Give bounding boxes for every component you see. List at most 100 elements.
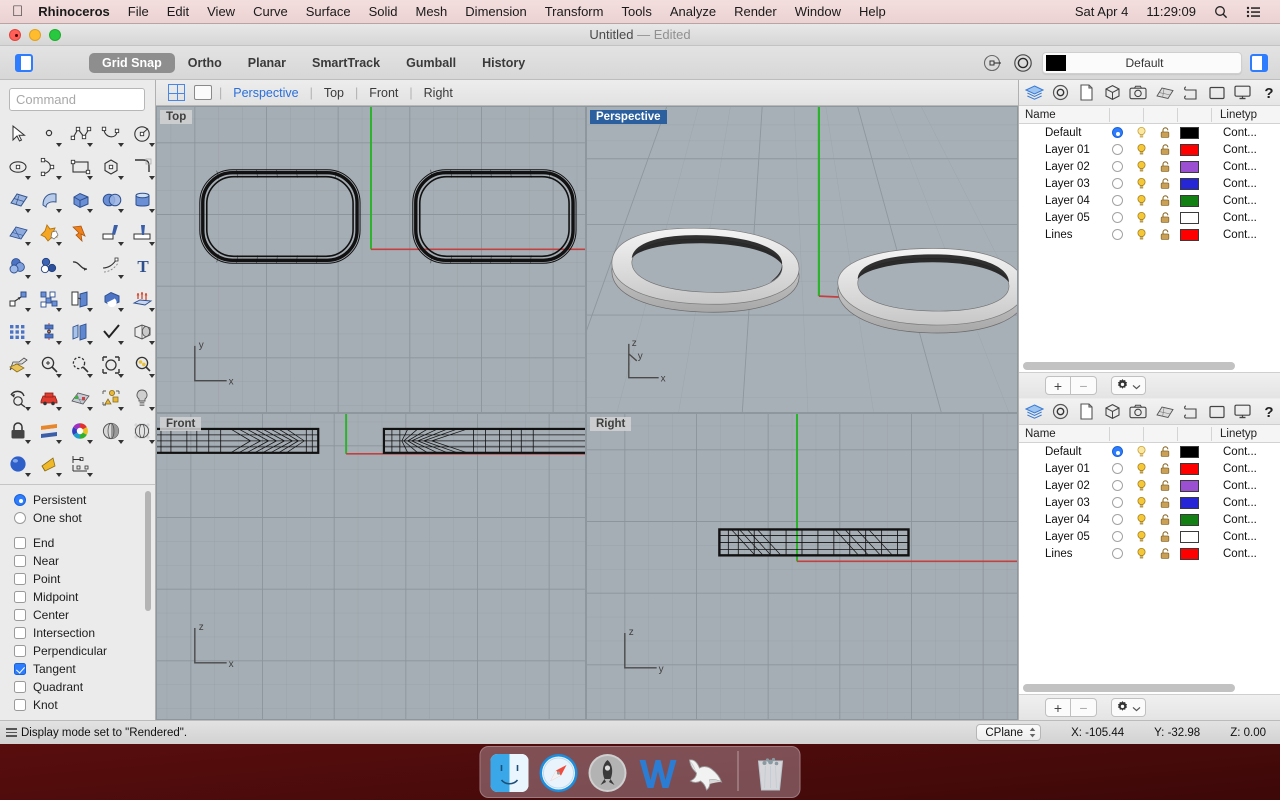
materials-icon[interactable] — [1152, 401, 1176, 423]
current-layer-radio[interactable] — [1105, 463, 1129, 474]
column-linetype-top[interactable]: Linetyp — [1211, 108, 1257, 122]
table-row[interactable]: Lines Cont... — [1019, 545, 1280, 562]
current-layer-radio[interactable] — [1105, 548, 1129, 559]
visibility-bulb-icon[interactable] — [1129, 160, 1153, 173]
menu-item-transform[interactable]: Transform — [536, 0, 613, 24]
zoom-window-tool[interactable] — [34, 348, 65, 381]
curve-tool[interactable] — [96, 117, 127, 150]
rectangle-tool[interactable] — [65, 150, 96, 183]
render-tool[interactable] — [3, 447, 34, 480]
gradient-tool[interactable] — [34, 414, 65, 447]
camera-icon[interactable] — [1126, 401, 1150, 423]
lock-icon[interactable] — [1153, 126, 1177, 139]
checkbox-tangent[interactable] — [14, 663, 26, 675]
polygon-tool[interactable] — [96, 150, 127, 183]
osnap-knot[interactable]: Knot — [14, 696, 156, 714]
mode-smarttrack[interactable]: SmartTrack — [299, 53, 393, 73]
visibility-bulb-icon[interactable] — [1129, 547, 1153, 560]
current-layer-radio[interactable] — [1105, 144, 1129, 155]
zoom-selected-tool[interactable] — [65, 348, 96, 381]
current-layer-radio[interactable] — [1105, 480, 1129, 491]
table-row[interactable]: Layer 03 Cont... — [1019, 494, 1280, 511]
boolean-union-tool[interactable] — [34, 216, 65, 249]
osnap-midpoint[interactable]: Midpoint — [14, 588, 156, 606]
current-layer-radio[interactable] — [1105, 161, 1129, 172]
mirror-tool[interactable] — [65, 282, 96, 315]
layer-color-swatch[interactable] — [1177, 127, 1201, 139]
finder-icon[interactable] — [488, 750, 532, 794]
sweep-surface-tool[interactable] — [34, 183, 65, 216]
fillet-curve-tool[interactable] — [127, 150, 156, 183]
offset-curve-tool[interactable] — [96, 249, 127, 282]
lock-icon[interactable] — [1153, 479, 1177, 492]
checkbox-quadrant[interactable] — [14, 681, 26, 693]
osnap-point[interactable]: Point — [14, 570, 156, 588]
camera-icon[interactable] — [1126, 82, 1150, 104]
current-layer-radio[interactable] — [1105, 531, 1129, 542]
explode-tool[interactable] — [65, 216, 96, 249]
table-row[interactable]: Default Cont... — [1019, 124, 1280, 141]
group-tool[interactable] — [96, 381, 127, 414]
osnap-quadrant[interactable]: Quadrant — [14, 678, 156, 696]
current-layer-radio[interactable] — [1105, 497, 1129, 508]
move-tool[interactable] — [3, 282, 34, 315]
array-polar-tool[interactable] — [34, 315, 65, 348]
right-panel-toggle-icon[interactable] — [1250, 54, 1268, 72]
table-row[interactable]: Lines Cont... — [1019, 226, 1280, 243]
visibility-bulb-icon[interactable] — [1129, 228, 1153, 241]
layer-color-swatch[interactable] — [1177, 144, 1201, 156]
cplane-selector[interactable]: CPlane — [976, 724, 1041, 741]
lock-icon[interactable] — [1153, 177, 1177, 190]
table-row[interactable]: Layer 04 Cont... — [1019, 511, 1280, 528]
properties-icon[interactable] — [1074, 82, 1098, 104]
help-icon[interactable]: ? — [1257, 82, 1280, 104]
osnap-near[interactable]: Near — [14, 552, 156, 570]
osnap-intersection[interactable]: Intersection — [14, 624, 156, 642]
menu-item-tools[interactable]: Tools — [612, 0, 660, 24]
mode-planar[interactable]: Planar — [235, 53, 299, 73]
record-history-icon[interactable] — [1012, 52, 1034, 74]
sphere-boolean-tool[interactable] — [96, 183, 127, 216]
layer-color-swatch[interactable] — [1177, 446, 1201, 458]
viewport-top[interactable]: y x Top — [156, 106, 586, 413]
table-row[interactable]: Layer 05 Cont... — [1019, 209, 1280, 226]
table-row[interactable]: Layer 01 Cont... — [1019, 141, 1280, 158]
tab-top[interactable]: Top — [320, 86, 348, 100]
osnap-toggle-icon[interactable] — [982, 52, 1004, 74]
visibility-bulb-icon[interactable] — [1129, 479, 1153, 492]
visibility-bulb-icon[interactable] — [1129, 496, 1153, 509]
dimension-tool[interactable] — [65, 447, 96, 480]
box-tool[interactable] — [65, 183, 96, 216]
visibility-bulb-icon[interactable] — [1129, 194, 1153, 207]
checkbox-knot[interactable] — [14, 699, 26, 711]
rectangle-icon[interactable] — [1205, 401, 1229, 423]
lock-icon[interactable] — [1153, 530, 1177, 543]
lock-icon[interactable] — [1153, 462, 1177, 475]
viewport-label-top[interactable]: Top — [160, 110, 192, 124]
layer-options-button[interactable] — [1111, 698, 1146, 717]
named-views-icon[interactable] — [1048, 401, 1072, 423]
table-row[interactable]: Default Cont... — [1019, 443, 1280, 460]
launchpad-icon[interactable] — [586, 750, 630, 794]
select-arrow-tool[interactable] — [3, 117, 34, 150]
monitor-icon[interactable] — [1231, 401, 1255, 423]
extrude-tool[interactable] — [127, 282, 156, 315]
left-panel-toggle-icon[interactable] — [15, 54, 33, 72]
osnap-perpendicular[interactable]: Perpendicular — [14, 642, 156, 660]
mode-gumball[interactable]: Gumball — [393, 53, 469, 73]
ghosted-tool[interactable] — [127, 414, 156, 447]
current-layer-radio[interactable] — [1105, 127, 1129, 138]
zoom-dynamic-tool[interactable] — [127, 348, 156, 381]
remove-layer-button[interactable]: − — [1071, 698, 1097, 717]
tab-perspective[interactable]: Perspective — [229, 86, 302, 100]
materials-icon[interactable] — [1152, 82, 1176, 104]
osnap-mode-one-shot[interactable]: One shot — [14, 509, 156, 527]
table-row[interactable]: Layer 02 Cont... — [1019, 477, 1280, 494]
visibility-bulb-icon[interactable] — [1129, 513, 1153, 526]
osnap-end[interactable]: End — [14, 534, 156, 552]
menu-item-rhinoceros[interactable]: Rhinoceros — [29, 0, 119, 24]
table-row[interactable]: Layer 02 Cont... — [1019, 158, 1280, 175]
boolean-difference-tool[interactable] — [3, 249, 34, 282]
lock-icon[interactable] — [1153, 445, 1177, 458]
lock-icon[interactable] — [1153, 513, 1177, 526]
